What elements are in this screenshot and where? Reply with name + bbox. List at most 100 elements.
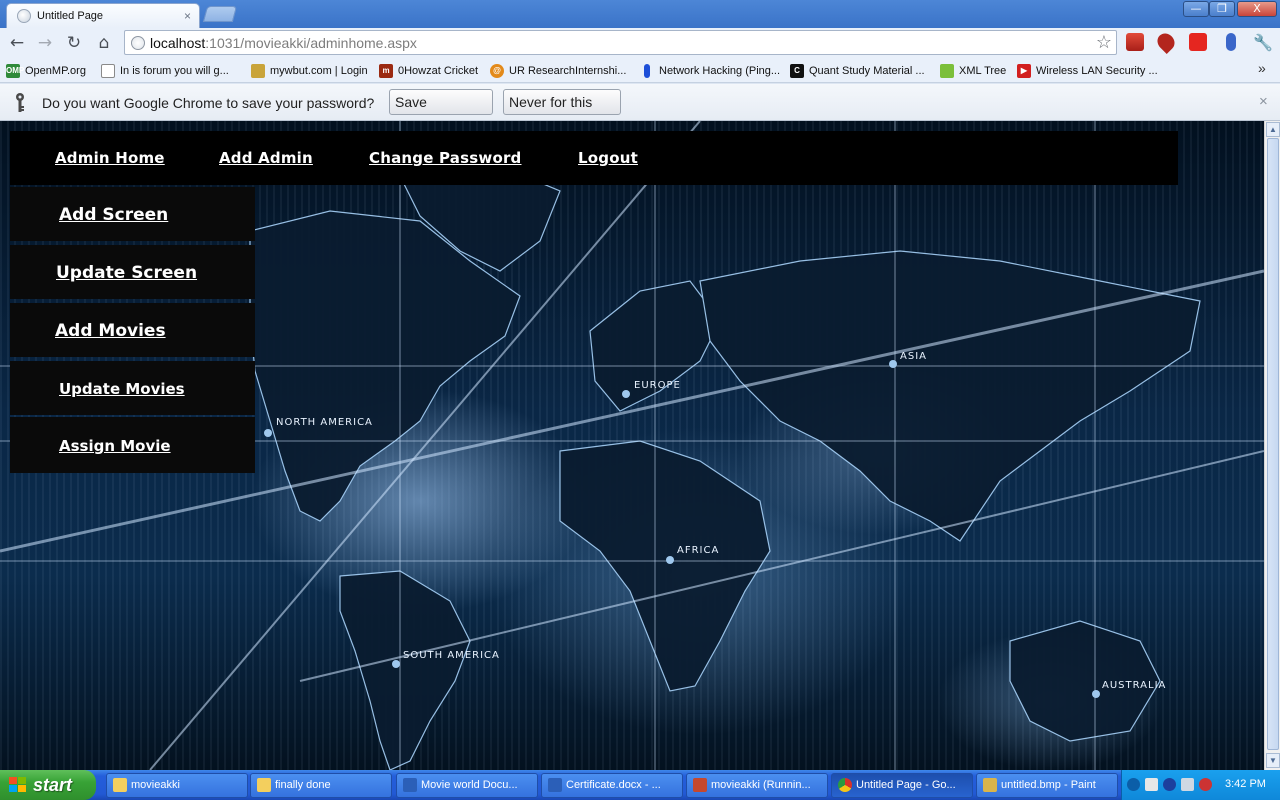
bookmark-label: In is forum you will g... bbox=[120, 64, 229, 77]
bookmark-item[interactable]: C Quant Study Material ... bbox=[790, 62, 925, 79]
bookmark-star-icon[interactable]: ☆ bbox=[1096, 32, 1112, 53]
minimize-button[interactable]: — bbox=[1183, 1, 1209, 17]
bookmark-item[interactable]: @ UR ResearchInternshi... bbox=[490, 62, 626, 79]
wrench-menu-icon[interactable]: 🔧 bbox=[1252, 32, 1274, 54]
taskbar-item[interactable]: movieakki (Runnin... bbox=[686, 773, 828, 798]
quant-icon: C bbox=[790, 63, 804, 78]
map-label: AFRICA bbox=[677, 545, 719, 556]
taskbar-item[interactable]: finally done bbox=[250, 773, 392, 798]
globe-icon bbox=[131, 35, 145, 50]
bookmark-item[interactable]: In is forum you will g... bbox=[101, 62, 229, 79]
ur-icon: @ bbox=[490, 63, 504, 78]
map-label: NORTH AMERICA bbox=[276, 417, 373, 428]
openmp-icon: OMP bbox=[6, 63, 24, 78]
network-tray-icon[interactable] bbox=[1145, 778, 1158, 791]
url-host: localhost bbox=[150, 34, 206, 51]
infobar-message: Do you want Google Chrome to save your p… bbox=[42, 95, 375, 111]
home-icon[interactable]: ⌂ bbox=[93, 32, 115, 54]
key-icon bbox=[16, 93, 24, 112]
bluetooth-tray-icon[interactable] bbox=[1163, 778, 1176, 791]
bookmarks-overflow-icon[interactable]: » bbox=[1258, 60, 1266, 76]
taskbar-item-label: Untitled Page - Go... bbox=[856, 779, 956, 791]
admin-top-nav: Admin Home Add Admin Change Password Log… bbox=[10, 131, 1178, 185]
map-label: EUROPE bbox=[634, 380, 681, 391]
title-bar: Untitled Page × — ❐ X bbox=[0, 0, 1280, 28]
bookmark-item[interactable]: mywbut.com | Login bbox=[251, 62, 368, 79]
infobar-close-icon[interactable]: × bbox=[1259, 93, 1268, 110]
visual-studio-icon bbox=[693, 778, 707, 792]
bookmark-item[interactable]: Network Hacking (Ping... bbox=[640, 62, 780, 79]
tab-close-icon[interactable]: × bbox=[184, 9, 191, 23]
bookmark-item[interactable]: OMP OpenMP.org bbox=[6, 62, 86, 79]
side-nav-label: Add Screen bbox=[59, 205, 169, 225]
scroll-down-arrow-icon[interactable]: ▼ bbox=[1266, 753, 1280, 768]
browser-tab-active[interactable]: Untitled Page × bbox=[6, 3, 200, 28]
nav-add-admin-link[interactable]: Add Admin bbox=[219, 149, 313, 167]
bookmarks-bar: OMP OpenMP.org In is forum you will g...… bbox=[0, 58, 1280, 83]
page-viewport: NORTH AMERICA EUROPE ASIA AFRICA SOUTH A… bbox=[0, 121, 1264, 770]
display-tray-icon[interactable] bbox=[1181, 778, 1194, 791]
bookmark-label: Network Hacking (Ping... bbox=[659, 64, 781, 77]
windows-flag-icon bbox=[9, 777, 26, 792]
vertical-scrollbar[interactable]: ▲ ▼ bbox=[1264, 121, 1280, 770]
bookmark-label: UR ResearchInternshi... bbox=[509, 64, 627, 77]
map-pin-extension-icon[interactable] bbox=[1153, 29, 1179, 55]
scroll-thumb[interactable] bbox=[1267, 138, 1279, 750]
side-nav-update-screen[interactable]: Update Screen bbox=[10, 245, 255, 299]
xml-icon bbox=[940, 63, 954, 78]
side-nav-update-movies[interactable]: Update Movies bbox=[10, 361, 255, 415]
bookmark-item[interactable]: ▶ Wireless LAN Security ... bbox=[1017, 62, 1158, 79]
side-nav-add-movies[interactable]: Add Movies bbox=[10, 303, 255, 357]
youtube-icon: ▶ bbox=[1017, 63, 1031, 78]
taskbar-item-label: untitled.bmp - Paint bbox=[1001, 779, 1096, 791]
forward-arrow-icon[interactable]: → bbox=[34, 32, 56, 54]
bookmark-label: mywbut.com | Login bbox=[270, 64, 368, 77]
bookmark-item[interactable]: m 0Howzat Cricket bbox=[379, 62, 478, 79]
never-for-this-site-button[interactable]: Never for this site bbox=[503, 89, 621, 134]
taskbar-item[interactable]: movieakki bbox=[106, 773, 248, 798]
nav-logout-link[interactable]: Logout bbox=[578, 149, 638, 167]
new-tab-button[interactable] bbox=[202, 6, 238, 22]
bookmark-label: OpenMP.org bbox=[25, 64, 86, 77]
save-password-button[interactable]: Save password bbox=[389, 89, 493, 134]
howzat-icon: m bbox=[379, 63, 393, 78]
youtube-extension-icon[interactable] bbox=[1189, 33, 1207, 51]
paint-icon bbox=[983, 778, 997, 792]
bookmark-label: Quant Study Material ... bbox=[809, 64, 925, 77]
back-arrow-icon[interactable]: ← bbox=[6, 32, 28, 54]
bookmark-label: 0Howzat Cricket bbox=[398, 64, 479, 77]
microphone-extension-icon[interactable] bbox=[1226, 33, 1236, 51]
side-nav-assign-movie[interactable]: Assign Movie bbox=[10, 417, 255, 473]
scroll-up-arrow-icon[interactable]: ▲ bbox=[1266, 122, 1280, 137]
side-nav-add-screen[interactable]: Add Screen bbox=[10, 187, 255, 241]
pin-icon bbox=[644, 63, 650, 78]
bookmark-label: XML Tree bbox=[959, 64, 1007, 77]
taskbar-item[interactable]: Certificate.docx - ... bbox=[541, 773, 683, 798]
taskbar-item-label: movieakki bbox=[131, 779, 180, 791]
chrome-icon bbox=[838, 778, 852, 792]
tray-collapse-icon[interactable] bbox=[1127, 778, 1140, 791]
windows-taskbar: start movieakki finally done Movie world… bbox=[0, 770, 1280, 800]
url-path: :1031/movieakki/adminhome.aspx bbox=[205, 34, 417, 51]
folder-icon bbox=[113, 778, 127, 792]
taskbar-item[interactable]: Movie world Docu... bbox=[396, 773, 538, 798]
taskbar-item-label: finally done bbox=[275, 779, 331, 791]
start-button[interactable]: start bbox=[0, 770, 96, 800]
map-label: SOUTH AMERICA bbox=[403, 650, 500, 661]
taskbar-item-active[interactable]: Untitled Page - Go... bbox=[831, 773, 973, 798]
start-label: start bbox=[33, 775, 73, 795]
bookmark-item[interactable]: XML Tree bbox=[940, 62, 1006, 79]
nav-admin-home-link[interactable]: Admin Home bbox=[55, 149, 165, 167]
address-bar[interactable]: localhost :1031/movieakki/adminhome.aspx… bbox=[124, 30, 1117, 55]
reload-icon[interactable]: ↻ bbox=[63, 32, 85, 54]
side-nav-label: Assign Movie bbox=[59, 437, 171, 455]
maximize-button[interactable]: ❐ bbox=[1209, 1, 1235, 17]
mywbut-icon bbox=[251, 63, 265, 78]
extension-red-icon[interactable] bbox=[1126, 33, 1144, 51]
taskbar-item[interactable]: untitled.bmp - Paint bbox=[976, 773, 1118, 798]
nav-change-password-link[interactable]: Change Password bbox=[369, 149, 522, 167]
close-window-button[interactable]: X bbox=[1237, 1, 1277, 17]
security-tray-icon[interactable] bbox=[1199, 778, 1212, 791]
page-icon bbox=[101, 63, 115, 78]
page-favicon-icon bbox=[17, 9, 31, 23]
